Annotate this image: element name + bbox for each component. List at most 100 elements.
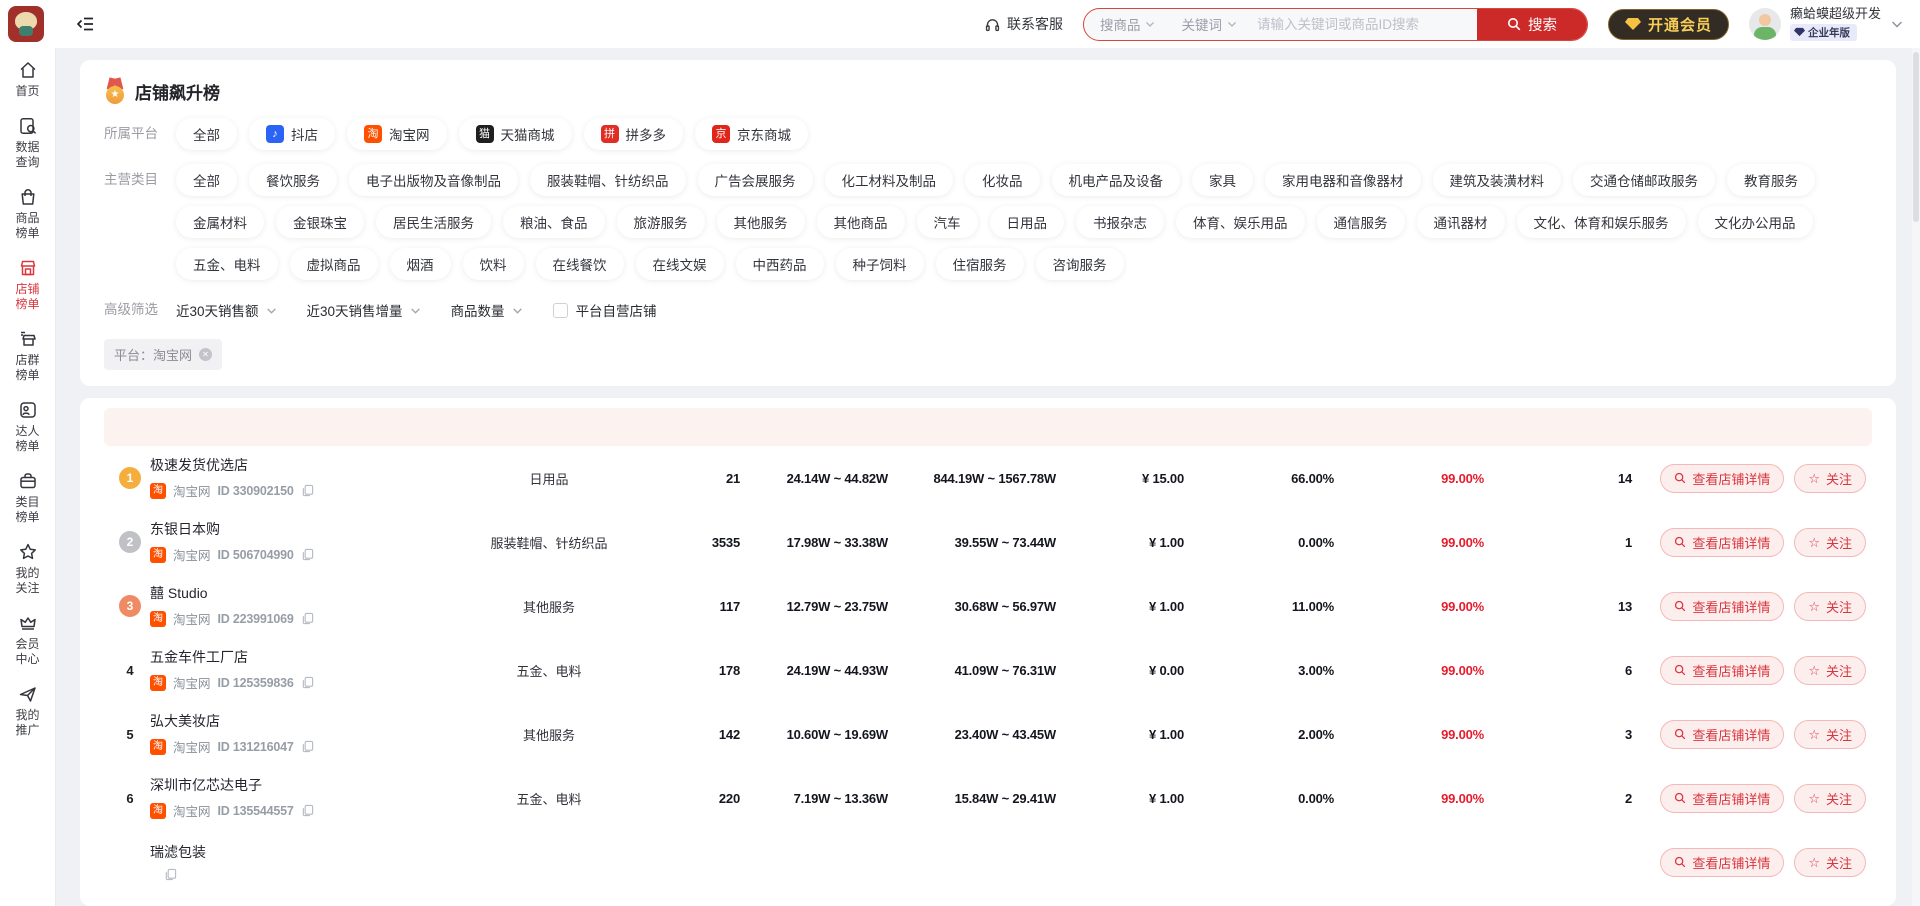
platform-pill[interactable]: 猫 天猫商城 (459, 118, 572, 150)
sidebar-item-category-rank[interactable]: 类目榜单 (15, 471, 40, 525)
category-pill[interactable]: 体育、娱乐用品 (1176, 206, 1305, 238)
advanced-filter-dropdown[interactable]: 商品数量 (451, 300, 523, 320)
app-logo[interactable] (8, 6, 44, 42)
sidebar-item-influencer-rank[interactable]: 达人榜单 (15, 400, 40, 454)
sidebar-item-my-follow[interactable]: 我的关注 (15, 542, 40, 596)
follow-button[interactable]: ☆ 关注 (1794, 656, 1866, 685)
category-pill[interactable]: 汽车 (917, 206, 978, 238)
category-pill[interactable]: 通讯器材 (1417, 206, 1505, 238)
view-shop-detail-button[interactable]: 查看店铺详情 (1660, 592, 1784, 621)
search-type-select[interactable]: 关键词 (1165, 14, 1247, 34)
category-pill[interactable]: 教育服务 (1727, 164, 1815, 196)
category-pill[interactable]: 饮料 (463, 248, 524, 280)
shop-name[interactable]: 五金车件工厂店 (150, 648, 450, 666)
category-pill[interactable]: 广告会展服务 (698, 164, 813, 196)
sidebar-item-data-query[interactable]: 数据查询 (15, 116, 40, 170)
search-scope-select[interactable]: 搜商品 (1084, 14, 1166, 34)
category-pill[interactable]: 中西药品 (736, 248, 824, 280)
sidebar-item-my-promotion[interactable]: 我的推广 (15, 684, 40, 738)
contact-support[interactable]: 联系客服 (984, 14, 1063, 34)
category-pill[interactable]: 机电产品及设备 (1052, 164, 1181, 196)
platform-pill[interactable]: 拼 拼多多 (584, 118, 684, 150)
category-pill[interactable]: 五金、电料 (176, 248, 278, 280)
scrollbar-thumb[interactable] (1913, 52, 1919, 222)
category-pill[interactable]: 化工材料及制品 (825, 164, 954, 196)
platform-pill[interactable]: 淘 淘宝网 (347, 118, 447, 150)
chevron-down-icon (1227, 19, 1237, 29)
view-shop-detail-button[interactable]: 查看店铺详情 (1660, 848, 1784, 877)
shop-name[interactable]: 极速发货优选店 (150, 456, 450, 474)
platform-pill[interactable]: 京 京东商城 (695, 118, 808, 150)
view-shop-detail-button[interactable]: 查看店铺详情 (1660, 528, 1784, 557)
advanced-filter-dropdown[interactable]: 近30天销售额 (176, 300, 277, 320)
category-pill[interactable]: 烟酒 (390, 248, 451, 280)
copy-icon[interactable] (301, 484, 314, 497)
page-scrollbar[interactable] (1912, 48, 1920, 906)
category-pill[interactable]: 金属材料 (176, 206, 264, 238)
category-pill[interactable]: 化妆品 (965, 164, 1040, 196)
category-pill[interactable]: 咨询服务 (1036, 248, 1124, 280)
view-shop-detail-button[interactable]: 查看店铺详情 (1660, 656, 1784, 685)
copy-icon[interactable] (301, 740, 314, 753)
view-shop-detail-button[interactable]: 查看店铺详情 (1660, 720, 1784, 749)
category-pill[interactable]: 金银珠宝 (276, 206, 364, 238)
follow-button[interactable]: ☆ 关注 (1794, 784, 1866, 813)
follow-button[interactable]: ☆ 关注 (1794, 528, 1866, 557)
category-pill[interactable]: 服装鞋帽、针纺织品 (530, 164, 686, 196)
category-pill[interactable]: 居民生活服务 (376, 206, 491, 238)
category-pill[interactable]: 家具 (1192, 164, 1253, 196)
shop-name[interactable]: 囍 Studio (150, 584, 450, 602)
sidebar-item-shop-group-rank[interactable]: 店群榜单 (15, 329, 40, 383)
category-pill[interactable]: 旅游服务 (617, 206, 705, 238)
category-pill[interactable]: 在线餐饮 (536, 248, 624, 280)
category-pill[interactable]: 交通仓储邮政服务 (1573, 164, 1715, 196)
shop-name[interactable]: 东银日本购 (150, 520, 450, 538)
copy-icon[interactable] (301, 612, 314, 625)
platform-pill[interactable]: ♪ 抖店 (249, 118, 335, 150)
shop-name[interactable]: 瑞滤包装 (150, 843, 450, 861)
category-pill[interactable]: 日用品 (990, 206, 1065, 238)
copy-icon[interactable] (301, 676, 314, 689)
category-pill[interactable]: 文化、体育和娱乐服务 (1517, 206, 1686, 238)
category-pill[interactable]: 电子出版物及音像制品 (349, 164, 518, 196)
follow-button[interactable]: ☆ 关注 (1794, 592, 1866, 621)
sidebar-item-home[interactable]: 首页 (15, 60, 40, 99)
category-pill[interactable]: 通信服务 (1317, 206, 1405, 238)
category-pill[interactable]: 其他服务 (717, 206, 805, 238)
self-operated-checkbox[interactable]: 平台自营店铺 (553, 300, 657, 320)
category-pill[interactable]: 其他商品 (817, 206, 905, 238)
view-shop-detail-button[interactable]: 查看店铺详情 (1660, 464, 1784, 493)
category-pill[interactable]: 书报杂志 (1076, 206, 1164, 238)
sidebar-collapse-icon[interactable] (76, 14, 96, 34)
category-pill[interactable]: 家用电器和音像器材 (1265, 164, 1421, 196)
user-menu[interactable]: 癞蛤蟆超级开发 企业年版 (1749, 6, 1904, 43)
sidebar-item-member-center[interactable]: 会员中心 (15, 613, 40, 667)
category-pill[interactable]: 全部 (176, 164, 237, 196)
category-pill[interactable]: 餐饮服务 (249, 164, 337, 196)
category-pill[interactable]: 住宿服务 (936, 248, 1024, 280)
follow-button[interactable]: ☆ 关注 (1794, 464, 1866, 493)
category-pill[interactable]: 种子饲料 (836, 248, 924, 280)
sidebar-item-product-rank[interactable]: 商品榜单 (15, 187, 40, 241)
category-pill[interactable]: 建筑及装潢材料 (1433, 164, 1562, 196)
advanced-filter-dropdown[interactable]: 近30天销售增量 (307, 300, 421, 320)
follow-button[interactable]: ☆ 关注 (1794, 848, 1866, 877)
category-pill[interactable]: 虚拟商品 (290, 248, 378, 280)
sidebar-item-shop-rank[interactable]: 店铺榜单 (15, 258, 40, 312)
copy-icon[interactable] (301, 804, 314, 817)
search-button[interactable]: 搜索 (1477, 9, 1587, 40)
category-pill[interactable]: 文化办公用品 (1698, 206, 1813, 238)
copy-icon[interactable] (301, 548, 314, 561)
checkbox-icon[interactable] (553, 303, 568, 318)
category-pill[interactable]: 在线文娱 (636, 248, 724, 280)
copy-icon[interactable] (164, 868, 177, 881)
remove-filter-icon[interactable]: ✕ (199, 348, 212, 361)
platform-pill[interactable]: 全部 (176, 118, 237, 150)
view-shop-detail-button[interactable]: 查看店铺详情 (1660, 784, 1784, 813)
shop-name[interactable]: 深圳市亿芯达电子 (150, 776, 450, 794)
search-input[interactable] (1247, 17, 1477, 32)
category-pill[interactable]: 粮油、食品 (503, 206, 605, 238)
shop-name[interactable]: 弘大美妆店 (150, 712, 450, 730)
follow-button[interactable]: ☆ 关注 (1794, 720, 1866, 749)
vip-upgrade-button[interactable]: 开通会员 (1608, 9, 1729, 40)
